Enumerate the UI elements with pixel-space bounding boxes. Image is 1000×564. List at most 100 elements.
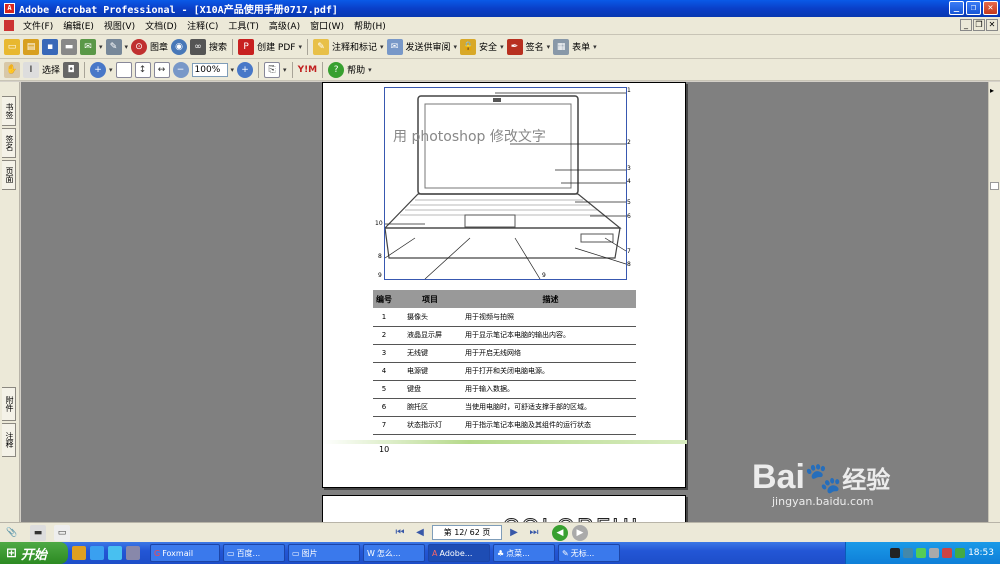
help-button[interactable]: 帮助 <box>347 63 365 76</box>
task-untitled[interactable]: ✎ 无标... <box>558 544 620 562</box>
document-view[interactable]: 用 photoshop 修改文字 1 2 3 4 5 6 7 8 10 8 9 … <box>21 82 988 522</box>
task-foxmail[interactable]: G Foxmail <box>150 544 220 562</box>
zoom-in-plus-icon[interactable]: + <box>237 61 254 78</box>
sign-button[interactable]: 签名 <box>526 40 544 53</box>
help-icon[interactable]: ? <box>328 61 345 78</box>
task-label: 百度... <box>236 548 261 558</box>
task-baidu[interactable]: ▭ 百度... <box>223 544 285 562</box>
page-layout-icon[interactable]: ▬ <box>30 524 46 541</box>
go-forward-icon[interactable]: ▶ <box>572 524 588 541</box>
menu-advanced[interactable]: 高级(A) <box>264 19 305 32</box>
tab-signatures[interactable]: 签名 <box>2 128 16 158</box>
tab-attachments[interactable]: 附件 <box>2 387 16 421</box>
create-pdf-icon[interactable]: P <box>238 38 255 55</box>
menu-document[interactable]: 文档(D) <box>140 19 182 32</box>
qq-icon[interactable] <box>890 548 901 558</box>
ie-icon[interactable] <box>90 546 104 560</box>
task-adobe[interactable]: A Adobe... <box>428 544 490 562</box>
tab-comments[interactable]: 注释 <box>2 423 16 457</box>
menu-window[interactable]: 窗口(W) <box>305 19 349 32</box>
email-icon[interactable]: ✉ <box>80 38 96 55</box>
windows-logo-icon: ⊞ <box>6 545 17 561</box>
scroll-right-arrow-icon[interactable]: ▸ <box>990 86 994 95</box>
single-page-icon[interactable]: ▭ <box>54 524 70 541</box>
menu-view[interactable]: 视图(V) <box>99 19 140 32</box>
yahoo-messenger-logo[interactable]: Y!M <box>298 65 318 75</box>
rotate-page-icon[interactable]: ⎘ <box>264 61 281 78</box>
maximize-button[interactable]: ❐ <box>966 1 981 15</box>
task-word[interactable]: W 怎么... <box>363 544 425 562</box>
select-tool-button[interactable]: 选择 <box>42 63 60 76</box>
file-toolbar: ▭ ▤ ▪ ▬ ✉ ▾ ✎ ▾ ⊙ 图章 ◉ ∞ 搜索 P 创建 PDF ▾ ✎ 注释… <box>0 35 1000 59</box>
task-label: Adobe... <box>439 548 473 558</box>
network-icon[interactable] <box>903 548 914 558</box>
open-folder-icon[interactable]: ▭ <box>4 38 20 55</box>
snapshot-icon[interactable]: ◘ <box>63 61 80 78</box>
volume-icon[interactable] <box>929 548 940 558</box>
vertical-scrollbar[interactable]: ▸ <box>988 82 1000 522</box>
lock-icon[interactable]: 🔒 <box>460 38 477 55</box>
send-review-button[interactable]: 发送供审阅 <box>406 40 451 53</box>
doc-restore-button[interactable]: ❐ <box>973 19 985 31</box>
quicklaunch-icon[interactable] <box>72 546 86 560</box>
binoculars-icon[interactable]: ∞ <box>190 38 207 55</box>
zoom-in-icon[interactable]: + <box>90 61 107 78</box>
desktop-icon[interactable] <box>126 546 140 560</box>
menu-edit[interactable]: 编辑(E) <box>58 19 99 32</box>
menu-file[interactable]: 文件(F) <box>18 19 58 32</box>
save-icon[interactable]: ▪ <box>42 38 58 55</box>
create-pdf-button[interactable]: 创建 PDF <box>257 40 295 53</box>
paperclip-icon[interactable]: 📎 <box>4 525 20 541</box>
actual-size-icon[interactable] <box>115 61 132 78</box>
attach-icon[interactable]: ✎ <box>105 38 122 55</box>
menu-comments[interactable]: 注释(C) <box>182 19 223 32</box>
hand-tool-icon[interactable]: ✋ <box>4 61 20 78</box>
security-button[interactable]: 安全 <box>479 40 497 53</box>
send-review-icon[interactable]: ✉ <box>386 38 403 55</box>
antivirus-icon[interactable] <box>942 548 953 558</box>
close-button[interactable]: ✕ <box>983 1 998 15</box>
stamp-button[interactable]: 图章 <box>150 40 168 53</box>
watermark-url: jingyan.baidu.com <box>772 495 874 508</box>
security-tray-icon[interactable] <box>916 548 927 558</box>
menu-tools[interactable]: 工具(T) <box>223 19 264 32</box>
first-page-button[interactable]: ⏮ <box>392 526 408 540</box>
task-pictures[interactable]: ▭ 图片 <box>288 544 360 562</box>
last-page-button[interactable]: ⏭ <box>526 526 542 540</box>
task-label: 图片 <box>301 548 318 558</box>
update-icon[interactable] <box>955 548 966 558</box>
scroll-thumb[interactable] <box>990 182 999 190</box>
start-button[interactable]: ⊞ 开始 <box>0 542 68 564</box>
header-description: 描述 <box>465 290 636 308</box>
forms-icon[interactable]: ▦ <box>553 38 570 55</box>
zoom-out-icon[interactable]: − <box>172 61 189 78</box>
go-back-icon[interactable]: ◀ <box>552 524 568 541</box>
previous-page-button[interactable]: ◀ <box>412 526 428 540</box>
task-order[interactable]: ♣ 点菜... <box>493 544 555 562</box>
minimize-button[interactable]: _ <box>949 1 964 15</box>
globe-icon[interactable]: ◉ <box>171 38 188 55</box>
pen-icon[interactable]: ✒ <box>506 38 523 55</box>
forms-button[interactable]: 表单 <box>572 40 590 53</box>
menu-help[interactable]: 帮助(H) <box>349 19 391 32</box>
doc-minimize-button[interactable]: _ <box>960 19 972 31</box>
zoom-level-field[interactable]: 100% <box>191 62 228 77</box>
fit-width-icon[interactable]: ↔ <box>153 61 170 78</box>
select-tool-icon[interactable]: I <box>23 61 39 78</box>
comment-icon[interactable]: ✎ <box>312 38 329 55</box>
callout-10: 10 <box>375 220 383 227</box>
browser-icon[interactable] <box>108 546 122 560</box>
fit-page-icon[interactable]: ↕ <box>134 61 151 78</box>
tab-pages[interactable]: 页面 <box>2 160 16 190</box>
comment-markup-button[interactable]: 注释和标记 <box>332 40 377 53</box>
row-description: 用于打开和关闭电脑电源。 <box>465 362 636 381</box>
tab-bookmarks[interactable]: 书签 <box>2 96 16 126</box>
callout-8-right: 8 <box>627 261 631 268</box>
print-icon[interactable]: ▬ <box>61 38 77 55</box>
organizer-icon[interactable]: ▤ <box>23 38 39 55</box>
next-page-button[interactable]: ▶ <box>506 526 522 540</box>
page-indicator-field[interactable]: 第 12/ 62 页 <box>432 525 502 540</box>
doc-close-button[interactable]: ✕ <box>986 19 998 31</box>
stamp-icon[interactable]: ⊙ <box>131 38 148 55</box>
search-button[interactable]: 搜索 <box>209 40 227 53</box>
